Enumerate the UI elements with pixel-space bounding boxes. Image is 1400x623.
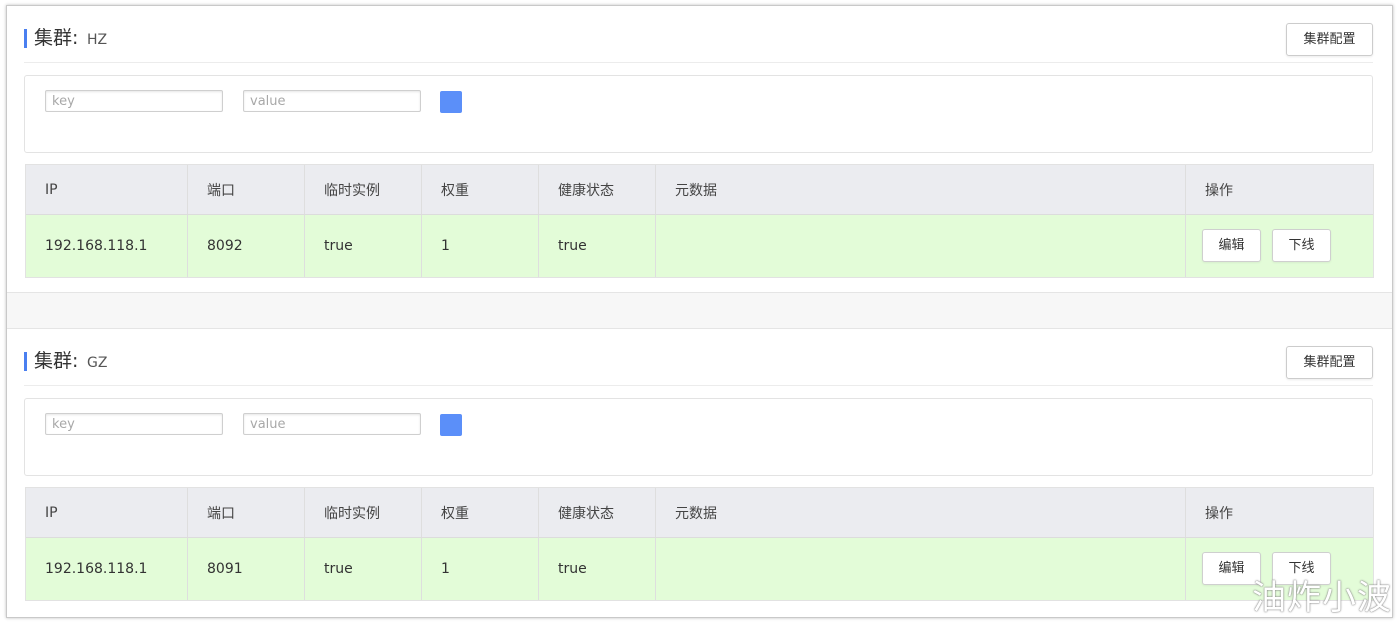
column-header-weight: 权重 — [422, 165, 539, 214]
cluster-config-button[interactable]: 集群配置 — [1286, 346, 1373, 379]
column-header-ephemeral: 临时实例 — [305, 165, 422, 214]
cluster-section-hz: 集群: HZ 集群配置 IP 端口 临时实例 权重 健康状态 元数据 操作 19… — [7, 6, 1392, 292]
instance-table: IP 端口 临时实例 权重 健康状态 元数据 操作 192.168.118.1 … — [25, 487, 1374, 601]
column-header-ip: IP — [26, 488, 188, 537]
filter-key-input[interactable] — [45, 413, 223, 435]
column-header-metadata: 元数据 — [656, 488, 1186, 537]
column-header-actions: 操作 — [1205, 182, 1233, 199]
column-header-weight: 权重 — [422, 488, 539, 537]
cluster-header: 集群: GZ 集群配置 — [24, 346, 1373, 386]
title-accent-bar — [24, 29, 27, 48]
cluster-section-gz: 集群: GZ 集群配置 IP 端口 临时实例 权重 健康状态 元数据 操作 19… — [7, 328, 1392, 617]
column-header-actions: 操作 — [1205, 505, 1233, 522]
filter-value-input[interactable] — [243, 90, 421, 112]
table-row: 192.168.118.1 8092 true 1 true 编辑 下线 — [26, 215, 1373, 277]
instance-table: IP 端口 临时实例 权重 健康状态 元数据 操作 192.168.118.1 … — [25, 164, 1374, 278]
title-accent-bar — [24, 352, 27, 371]
cluster-title-label: 集群: — [34, 350, 79, 372]
filter-search-button[interactable] — [440, 91, 462, 113]
column-header-healthy: 健康状态 — [539, 488, 656, 537]
filter-key-input[interactable] — [45, 90, 223, 112]
cell-port: 8092 — [188, 215, 305, 277]
table-header: IP 端口 临时实例 权重 健康状态 元数据 操作 — [26, 488, 1373, 538]
section-divider — [7, 292, 1392, 329]
cluster-name: HZ — [87, 32, 108, 48]
table-row: 192.168.118.1 8091 true 1 true 编辑 下线 — [26, 538, 1373, 600]
cell-actions: 编辑 下线 — [1186, 215, 1373, 277]
watermark: 油炸小波 — [1252, 578, 1392, 618]
table-header: IP 端口 临时实例 权重 健康状态 元数据 操作 — [26, 165, 1373, 215]
cluster-name: GZ — [87, 355, 108, 371]
column-header-port: 端口 — [188, 488, 305, 537]
cell-metadata — [656, 538, 1186, 600]
cell-ephemeral: true — [305, 215, 422, 277]
cell-port: 8091 — [188, 538, 305, 600]
cluster-title-label: 集群: — [34, 27, 79, 49]
cluster-config-button[interactable]: 集群配置 — [1286, 23, 1373, 56]
cell-healthy: true — [539, 538, 656, 600]
cell-healthy: true — [539, 215, 656, 277]
column-header-metadata: 元数据 — [656, 165, 1186, 214]
filter-search-button[interactable] — [440, 414, 462, 436]
cell-metadata — [656, 215, 1186, 277]
column-header-ip: IP — [26, 165, 188, 214]
cell-ip: 192.168.118.1 — [26, 538, 188, 600]
column-header-port: 端口 — [188, 165, 305, 214]
offline-instance-button[interactable]: 下线 — [1272, 229, 1331, 262]
column-header-ephemeral: 临时实例 — [305, 488, 422, 537]
cell-weight: 1 — [422, 215, 539, 277]
edit-instance-button[interactable]: 编辑 — [1202, 229, 1261, 262]
service-detail-panel: 集群: HZ 集群配置 IP 端口 临时实例 权重 健康状态 元数据 操作 19… — [6, 5, 1393, 618]
cell-ip: 192.168.118.1 — [26, 215, 188, 277]
cluster-header: 集群: HZ 集群配置 — [24, 23, 1373, 63]
column-header-healthy: 健康状态 — [539, 165, 656, 214]
filter-value-input[interactable] — [243, 413, 421, 435]
cell-weight: 1 — [422, 538, 539, 600]
metadata-filter — [24, 75, 1373, 153]
cell-ephemeral: true — [305, 538, 422, 600]
metadata-filter — [24, 398, 1373, 476]
